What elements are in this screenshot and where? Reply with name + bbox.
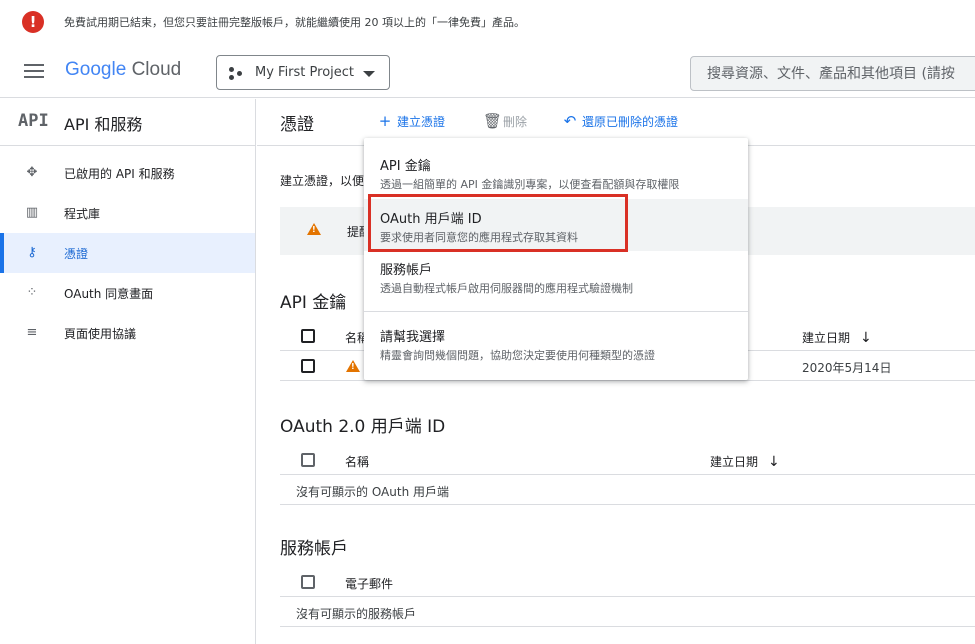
key-icon: ⚷ <box>27 245 37 260</box>
sidebar: API API 和服務 ✥ 已啟用的 API 和服務 ▥ 程式庫 ⚷ 憑證 ⁘ … <box>0 99 256 644</box>
create-label: 建立憑證 <box>397 115 446 129</box>
col-email[interactable]: 電子郵件 <box>345 575 393 592</box>
error-icon: ! <box>22 11 44 33</box>
sidebar-item-credentials[interactable]: ⚷ 憑證 <box>0 233 255 273</box>
sidebar-item-oauth-consent[interactable]: ⁘ OAuth 同意畫面 <box>0 273 255 313</box>
sidebar-divider <box>0 145 256 146</box>
google-cloud-logo[interactable]: Google Cloud <box>65 59 181 81</box>
create-credentials-menu: API 金鑰 透過一組簡單的 API 金鑰識別專案，以便查看配額與存取權限 OA… <box>364 138 748 380</box>
plus-icon: + <box>378 112 392 130</box>
row-checkbox[interactable] <box>301 359 315 373</box>
oauth-title: OAuth 2.0 用戶端 ID <box>280 417 446 437</box>
select-all-checkbox[interactable] <box>301 575 315 589</box>
sidebar-item-enabled-apis[interactable]: ✥ 已啟用的 API 和服務 <box>0 153 255 193</box>
sidebar-item-label: 憑證 <box>64 247 89 261</box>
project-name: My First Project <box>255 65 355 80</box>
settings-list-icon: ≡ <box>26 325 38 340</box>
arrow-down-icon: ↓ <box>860 330 872 346</box>
hamburger-menu-icon[interactable] <box>24 64 44 78</box>
logo-cloud: Cloud <box>131 59 182 80</box>
col-created[interactable]: 建立日期 ↓ <box>802 329 872 346</box>
oauth-header: 名稱 建立日期 ↓ <box>280 445 975 475</box>
menu-item-help-me-choose[interactable]: 請幫我選擇 精靈會詢問幾個問題，協助您決定要使用何種類型的憑證 <box>364 314 748 374</box>
service-accounts-title: 服務帳戶 <box>280 539 348 559</box>
menu-divider <box>364 311 748 312</box>
empty-text: 沒有可顯示的服務帳戶 <box>296 607 417 621</box>
restore-label: 還原已刪除的憑證 <box>582 115 679 129</box>
col-created[interactable]: 建立日期 ↓ <box>710 453 780 470</box>
menu-item-title: 請幫我選擇 <box>380 330 446 345</box>
menu-item-desc: 精靈會詢問幾個問題，協助您決定要使用何種類型的憑證 <box>380 349 655 362</box>
page-title: 憑證 <box>280 115 314 135</box>
create-credentials-button[interactable]: + 建立憑證 <box>377 112 445 130</box>
delete-button[interactable]: 🗑刪除 <box>483 112 527 130</box>
sidebar-item-label: 程式庫 <box>64 207 101 221</box>
banner-text: 免費試用期已結束，但您只要註冊完整版帳戶，就能繼續使用 20 項以上的「一律免費… <box>64 16 525 29</box>
api-keys-title: API 金鑰 <box>280 293 347 313</box>
trial-banner: ! 免費試用期已結束，但您只要註冊完整版帳戶，就能繼續使用 20 項以上的「一律… <box>0 0 975 44</box>
search-box[interactable] <box>690 56 975 91</box>
restore-deleted-button[interactable]: ↶ 還原已刪除的憑證 <box>562 112 678 130</box>
delete-label: 刪除 <box>503 115 528 129</box>
caret-down-icon <box>363 71 375 77</box>
undo-icon: ↶ <box>563 112 577 130</box>
menu-item-desc: 透過自動程式帳戶啟用伺服器間的應用程式驗證機制 <box>380 282 633 295</box>
oauth-empty-row: 沒有可顯示的 OAuth 用戶端 <box>280 475 975 505</box>
sidebar-title: API 和服務 <box>64 115 143 134</box>
search-input[interactable] <box>691 57 975 90</box>
highlight-box <box>368 194 628 252</box>
warning-icon: ! <box>307 223 321 235</box>
sidebar-item-label: OAuth 同意畫面 <box>64 287 154 301</box>
sidebar-item-label: 已啟用的 API 和服務 <box>64 167 175 181</box>
service-accounts-header: 電子郵件 <box>280 567 975 597</box>
menu-item-title: API 金鑰 <box>380 159 431 174</box>
created-date: 2020年5月14日 <box>802 361 892 375</box>
arrow-down-icon: ↓ <box>768 454 780 470</box>
col-created-label: 建立日期 <box>802 331 851 345</box>
sidebar-item-page-agreements[interactable]: ≡ 頁面使用協議 <box>0 313 255 353</box>
api-logo-icon: API <box>18 111 49 131</box>
menu-item-desc: 透過一組簡單的 API 金鑰識別專案，以便查看配額與存取權限 <box>380 178 680 191</box>
sidebar-item-library[interactable]: ▥ 程式庫 <box>0 193 255 233</box>
sidebar-item-label: 頁面使用協議 <box>64 327 137 341</box>
api-nodes-icon: ✥ <box>26 165 38 180</box>
select-all-checkbox[interactable] <box>301 329 315 343</box>
top-header: Google Cloud My First Project <box>0 44 975 98</box>
col-name[interactable]: 名稱 <box>345 453 369 470</box>
col-created-label: 建立日期 <box>710 455 759 469</box>
warning-icon: ! <box>346 360 360 372</box>
project-selector[interactable]: My First Project <box>216 55 390 90</box>
library-icon: ▥ <box>25 205 39 220</box>
project-dots-icon <box>229 67 243 81</box>
menu-item-title: 服務帳戶 <box>380 263 433 278</box>
service-accounts-empty-row: 沒有可顯示的服務帳戶 <box>280 597 975 627</box>
menu-item-api-key[interactable]: API 金鑰 透過一組簡單的 API 金鑰識別專案，以便查看配額與存取權限 <box>364 138 748 198</box>
empty-text: 沒有可顯示的 OAuth 用戶端 <box>296 485 449 499</box>
intro-text: 建立憑證，以便 <box>280 174 365 188</box>
select-all-checkbox[interactable] <box>301 453 315 467</box>
active-indicator <box>0 233 4 273</box>
consent-icon: ⁘ <box>26 285 38 300</box>
logo-google: Google <box>65 59 127 80</box>
trash-icon: 🗑 <box>483 112 503 130</box>
menu-item-service-account[interactable]: 服務帳戶 透過自動程式帳戶啟用伺服器間的應用程式驗證機制 <box>364 251 748 309</box>
